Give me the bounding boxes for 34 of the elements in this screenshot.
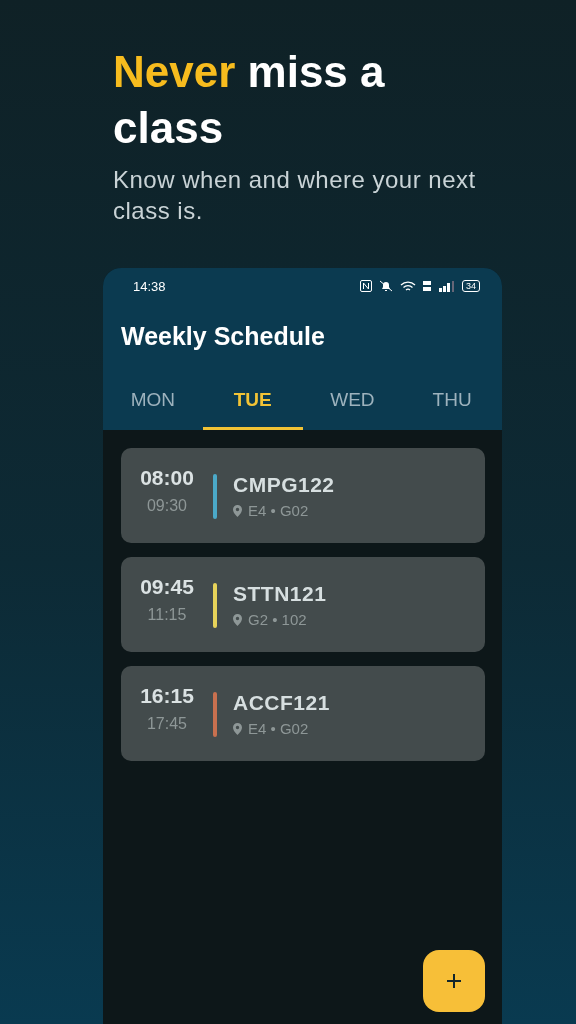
- location: E4 • G02: [248, 720, 309, 737]
- headline: Never miss a class: [113, 46, 386, 154]
- class-card[interactable]: 09:45 11:15 STTN121 G2 • 102: [121, 557, 485, 652]
- day-tab[interactable]: TUE: [202, 380, 303, 430]
- course-code: CMPG122: [233, 473, 335, 497]
- end-time: 17:45: [146, 714, 187, 734]
- start-time: 16:15: [140, 684, 194, 708]
- signal-icon: [439, 280, 455, 292]
- end-time: 11:15: [147, 605, 187, 625]
- battery-level: 34: [462, 280, 480, 292]
- course-code: STTN121: [233, 582, 327, 606]
- screen-title: Weekly Schedule: [121, 321, 326, 352]
- location-pin-icon: [233, 504, 242, 517]
- wifi-icon: [400, 280, 416, 292]
- subtitle: Know when and where your next class is.: [113, 165, 477, 226]
- day-tab[interactable]: WED: [302, 380, 403, 430]
- location-pin-icon: [233, 722, 242, 735]
- start-time: 09:45: [140, 575, 194, 599]
- location: G2 • 102: [248, 611, 307, 628]
- location: E4 • G02: [248, 502, 309, 519]
- nfc-icon: [360, 280, 372, 292]
- volte-icon: [423, 280, 432, 292]
- day-tab[interactable]: THU: [402, 380, 502, 430]
- class-card[interactable]: 16:15 17:45 ACCF121 E4 • G02: [121, 666, 485, 761]
- status-time: 14:38: [133, 278, 166, 294]
- day-tab[interactable]: MON: [103, 380, 203, 430]
- muted-bell-icon: [379, 280, 393, 292]
- add-button[interactable]: [423, 950, 485, 1012]
- start-time: 08:00: [140, 466, 194, 490]
- location-pin-icon: [233, 613, 242, 626]
- class-card[interactable]: 08:00 09:30 CMPG122 E4 • G02: [121, 448, 485, 543]
- end-time: 09:30: [146, 496, 187, 516]
- course-code: ACCF121: [233, 691, 330, 715]
- plus-icon: [446, 973, 462, 989]
